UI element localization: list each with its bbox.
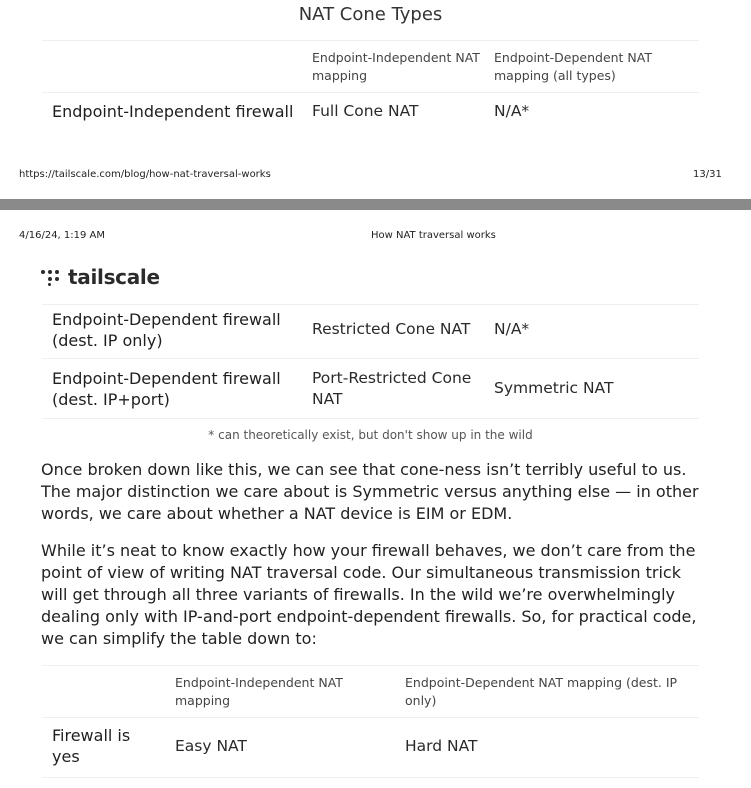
table-cell: N/A* bbox=[494, 320, 530, 338]
table-row: Endpoint-Dependent firewall (dest. IP on… bbox=[42, 304, 699, 359]
row-header-cell: Endpoint-Independent firewall bbox=[52, 102, 294, 121]
print-doc-title: How NAT traversal works bbox=[371, 230, 496, 241]
paragraph: Once broken down like this, we can see t… bbox=[41, 460, 699, 523]
table-header-row: Endpoint-Independent NAT mapping Endpoin… bbox=[42, 665, 699, 718]
logo-text: tailscale bbox=[68, 265, 160, 289]
tailscale-dots-icon bbox=[41, 269, 63, 286]
table-cell: Full Cone NAT bbox=[312, 102, 419, 120]
row-header-cell: Endpoint-Dependent firewall (dest. IP+po… bbox=[52, 369, 281, 409]
paragraph: While it’s neat to know exactly how your… bbox=[41, 541, 697, 648]
header-cell-eim: Endpoint-Independent NAT mapping bbox=[175, 675, 343, 708]
table-cell: Hard NAT bbox=[405, 737, 478, 755]
table-cell: Easy NAT bbox=[175, 737, 247, 755]
footer-page-number: 13/31 bbox=[693, 169, 722, 180]
table-cell: Restricted Cone NAT bbox=[312, 320, 471, 338]
table-cell: Port-Restricted Cone NAT bbox=[312, 369, 472, 408]
footer-url: https://tailscale.com/blog/how-nat-trave… bbox=[19, 169, 271, 180]
table-row: Firewall is yes Easy NAT Hard NAT bbox=[42, 718, 699, 778]
table-title: NAT Cone Types bbox=[298, 4, 443, 25]
table-header-row: Endpoint-Independent NAT mapping Endpoin… bbox=[42, 40, 699, 93]
header-cell-edm: Endpoint-Dependent NAT mapping (all type… bbox=[494, 50, 652, 83]
row-header-cell: Endpoint-Dependent firewall (dest. IP on… bbox=[52, 310, 281, 350]
row-header-cell: Firewall is yes bbox=[52, 726, 131, 766]
table-cell: N/A* bbox=[494, 102, 530, 120]
table-cell: Symmetric NAT bbox=[494, 379, 614, 397]
header-cell-edm: Endpoint-Dependent NAT mapping (dest. IP… bbox=[405, 675, 678, 708]
table-row: Endpoint-Independent firewall Full Cone … bbox=[42, 93, 699, 155]
table-footnote: * can theoretically exist, but don't sho… bbox=[208, 428, 533, 442]
tailscale-logo: tailscale bbox=[41, 265, 160, 289]
page-separator bbox=[0, 199, 751, 210]
header-cell-eim: Endpoint-Independent NAT mapping bbox=[312, 50, 480, 83]
print-datetime: 4/16/24, 1:19 AM bbox=[19, 230, 106, 241]
table-row: Endpoint-Dependent firewall (dest. IP+po… bbox=[42, 359, 699, 419]
